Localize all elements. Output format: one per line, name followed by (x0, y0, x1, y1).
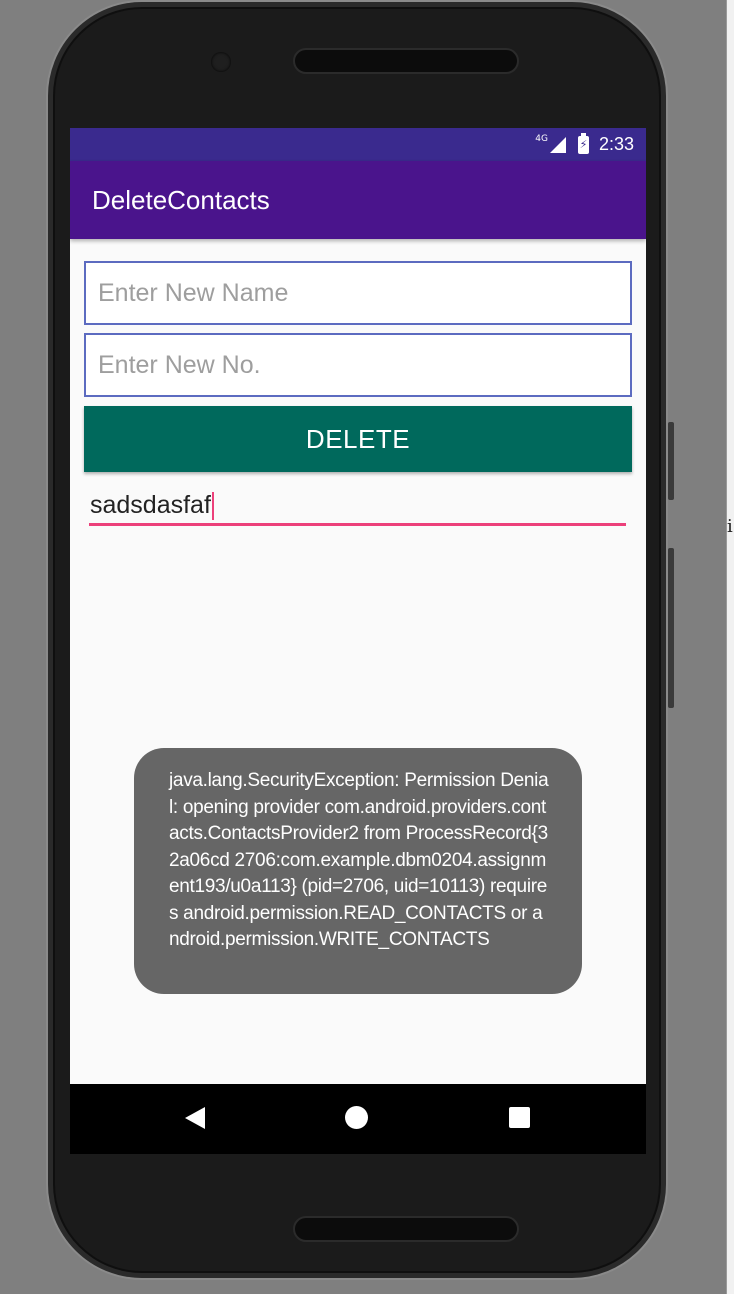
home-icon[interactable] (345, 1106, 368, 1129)
top-speaker (293, 48, 519, 74)
name-field[interactable] (84, 261, 632, 325)
navigation-bar (70, 1084, 646, 1154)
text-cursor (211, 492, 214, 521)
battery-charging-icon (577, 132, 589, 154)
text-input[interactable]: sadsdasfaf (89, 484, 626, 526)
number-input[interactable] (98, 350, 630, 380)
volume-button (668, 422, 674, 500)
number-field[interactable] (84, 333, 632, 397)
delete-button[interactable]: DELETE (84, 406, 632, 472)
back-icon[interactable] (185, 1107, 205, 1129)
recents-icon[interactable] (509, 1107, 530, 1128)
background-glyph: i (727, 516, 733, 537)
toast-message: java.lang.SecurityException: Permission … (169, 770, 549, 950)
signal-icon (549, 136, 566, 153)
bottom-speaker (293, 1216, 519, 1242)
name-input[interactable] (98, 278, 630, 308)
status-clock: 2:33 (598, 134, 634, 154)
power-button (668, 548, 674, 708)
background-window-edge (726, 0, 734, 1294)
status-bar: 4G 2:33 (70, 128, 646, 161)
error-toast: java.lang.SecurityException: Permission … (134, 748, 582, 994)
network-type: 4G (535, 133, 548, 144)
device-screen: 4G 2:33 DeleteContacts DELETE sadsdasfaf… (70, 128, 646, 1154)
app-bar: DeleteContacts (70, 161, 646, 239)
front-camera (211, 52, 231, 72)
text-input-value: sadsdasfaf (90, 491, 211, 519)
app-title: DeleteContacts (92, 184, 270, 215)
